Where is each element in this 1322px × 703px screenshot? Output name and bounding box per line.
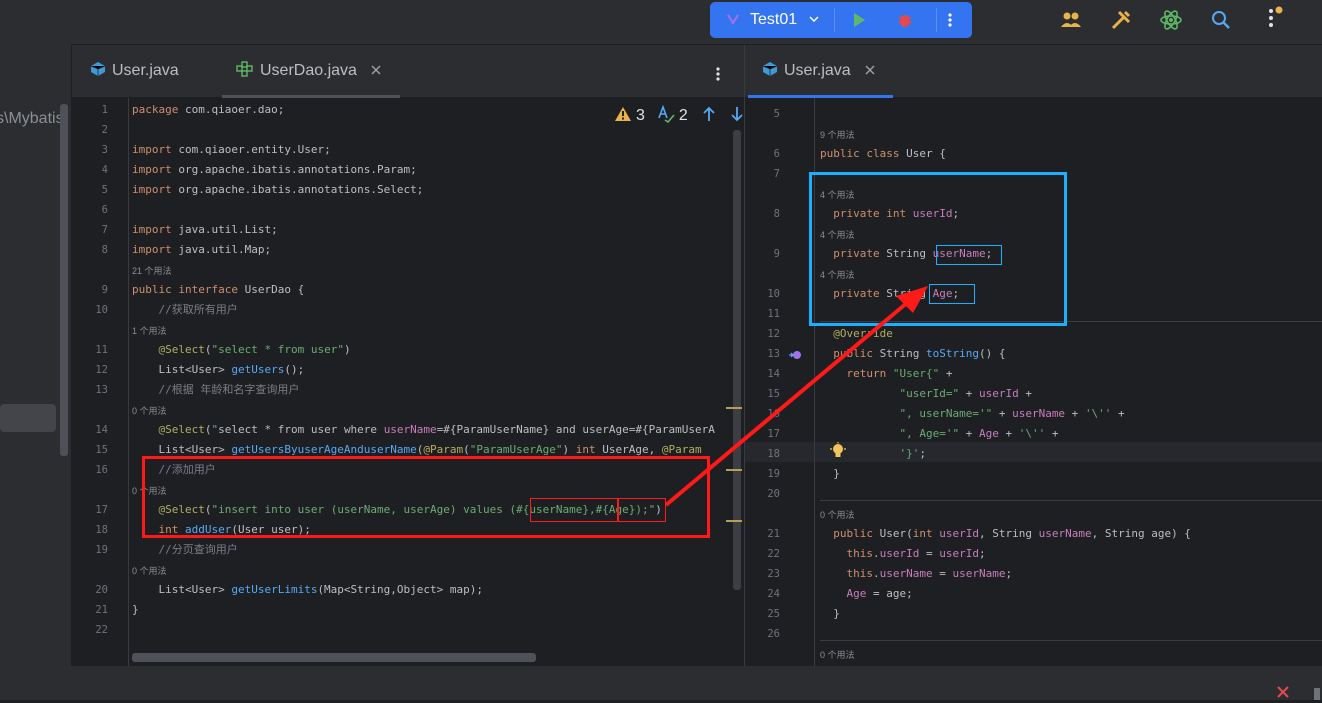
red-arrow	[664, 286, 928, 507]
